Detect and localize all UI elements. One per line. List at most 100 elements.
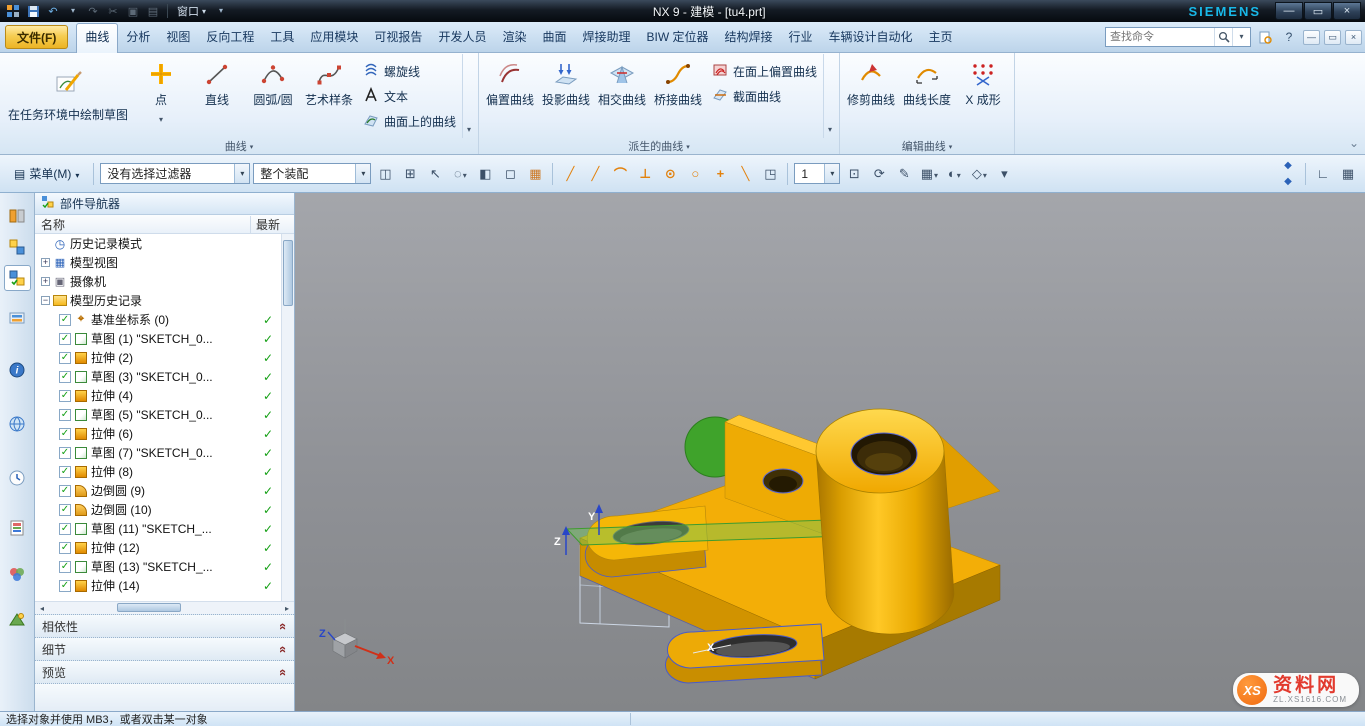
assembly-navigator-icon[interactable] <box>4 203 31 229</box>
curve-on-surface-button[interactable]: 曲面上的曲线 <box>357 109 462 134</box>
panel-dependencies[interactable]: 相依性 <box>35 614 294 637</box>
undo-icon[interactable]: ↶ <box>44 3 62 20</box>
snap-center-icon[interactable]: ⊙ <box>659 162 681 185</box>
zoom-window-icon[interactable]: ⊡ <box>843 162 865 185</box>
render-style-icon[interactable]: ◐ <box>943 162 965 185</box>
tab-structure-weld[interactable]: 结构焊接 <box>717 24 781 52</box>
feature-checkbox[interactable] <box>59 409 71 421</box>
undo-dropdown-icon[interactable] <box>64 3 82 20</box>
close-button[interactable]: × <box>1333 2 1361 20</box>
tree-row-feature[interactable]: 边倒圆 (10) <box>35 500 281 519</box>
system-scenes-icon[interactable] <box>4 607 31 633</box>
tab-curve[interactable]: 曲线 <box>76 23 118 53</box>
column-name[interactable]: 名称 <box>35 216 250 233</box>
selection-box-icon[interactable]: ⊞ <box>399 162 421 185</box>
navigator-column-headers[interactable]: 名称 最新 <box>35 215 294 234</box>
search-icon[interactable] <box>1214 28 1232 46</box>
offset-curve-in-face-button[interactable]: 在面上偏置曲线 <box>706 59 823 84</box>
window-menu-button[interactable]: 窗口 <box>173 3 210 20</box>
scroll-right-icon[interactable]: ▸ <box>280 602 294 614</box>
mdi-close-button[interactable]: × <box>1345 30 1362 45</box>
tree-row-feature[interactable]: 草图 (11) "SKETCH_... <box>35 519 281 538</box>
process-studio-icon[interactable] <box>4 515 31 541</box>
selection-filter-combo[interactable]: 没有选择过滤器 <box>100 163 250 184</box>
point-dropdown-icon[interactable] <box>159 111 163 125</box>
wireframe-view-icon[interactable]: ◻ <box>499 162 521 185</box>
fit-view-icon[interactable]: ⟳ <box>868 162 890 185</box>
ribbon-overflow-icon[interactable]: ⌄ <box>1343 53 1365 154</box>
arc-circle-button[interactable]: 圆弧/圆 <box>245 54 301 138</box>
offset-curve-button[interactable]: 偏置曲线 <box>482 54 538 138</box>
line-button[interactable]: 直线 <box>189 54 245 138</box>
csys-display-icon[interactable]: ◆ <box>1277 174 1299 189</box>
combo-arrow-icon[interactable] <box>355 164 370 183</box>
intersect-curve-button[interactable]: 相交曲线 <box>594 54 650 138</box>
expand-chevron-icon[interactable] <box>280 642 287 657</box>
expander-icon[interactable] <box>41 277 50 286</box>
expand-chevron-icon[interactable] <box>280 665 287 680</box>
expander-icon[interactable] <box>41 296 50 305</box>
tab-view[interactable]: 视图 <box>158 24 198 52</box>
snap-intersection-icon[interactable]: + <box>709 162 731 185</box>
grid-display-icon[interactable]: ▦ <box>918 162 940 185</box>
help-icon[interactable]: ? <box>1279 27 1299 47</box>
tab-biw-locator[interactable]: BIW 定位器 <box>639 24 717 52</box>
snap-face-icon[interactable]: ◳ <box>759 162 781 185</box>
selection-scope-combo[interactable]: 整个装配 <box>253 163 371 184</box>
tree-row-history-mode[interactable]: 历史记录模式 <box>35 234 281 253</box>
horizontal-scrollbar[interactable]: ◂ ▸ <box>35 601 294 614</box>
part-navigator-icon[interactable] <box>4 265 31 291</box>
trim-curve-button[interactable]: 修剪曲线 <box>843 54 899 138</box>
feature-checkbox[interactable] <box>59 580 71 592</box>
measure-icon[interactable]: ∟ <box>1312 162 1334 185</box>
tab-industry[interactable]: 行业 <box>781 24 821 52</box>
tree-row-feature[interactable]: 拉伸 (4) <box>35 386 281 405</box>
snap-point-icon[interactable]: ╲ <box>734 162 756 185</box>
combo-arrow-icon[interactable] <box>824 164 839 183</box>
mdi-restore-button[interactable]: ▭ <box>1324 30 1341 45</box>
feature-checkbox[interactable] <box>59 371 71 383</box>
corner-orientation-triad[interactable]: X Z <box>319 619 395 667</box>
tab-weld-assistant[interactable]: 焊接助理 <box>574 24 638 52</box>
tree-row-feature[interactable]: 草图 (13) "SKETCH_... <box>35 557 281 576</box>
group-label-derived-curve[interactable]: 派生的曲线 <box>482 138 836 154</box>
panel-preview[interactable]: 预览 <box>35 660 294 683</box>
feature-checkbox[interactable] <box>59 428 71 440</box>
show-hide-icon[interactable]: ◫ <box>374 162 396 185</box>
feature-checkbox[interactable] <box>59 352 71 364</box>
tree-row-feature[interactable]: 拉伸 (2) <box>35 348 281 367</box>
group-label-curve[interactable]: 曲线 <box>3 138 475 154</box>
feature-checkbox[interactable] <box>59 523 71 535</box>
scrollbar-thumb[interactable] <box>117 603 181 612</box>
history-icon[interactable] <box>4 465 31 491</box>
column-status[interactable]: 最新 <box>250 216 294 233</box>
bridge-curve-button[interactable]: 桥接曲线 <box>650 54 706 138</box>
cut-icon[interactable]: ✂ <box>104 3 122 20</box>
paste-icon[interactable]: ▤ <box>144 3 162 20</box>
tree-row-feature[interactable]: 边倒圆 (9) <box>35 481 281 500</box>
feature-checkbox[interactable] <box>59 542 71 554</box>
derived-gallery-dropdown[interactable] <box>823 54 836 138</box>
curve-length-button[interactable]: 曲线长度 <box>899 54 955 138</box>
scroll-left-icon[interactable]: ◂ <box>35 602 49 614</box>
shaded-view-icon[interactable]: ◧ <box>474 162 496 185</box>
feature-checkbox[interactable] <box>59 447 71 459</box>
command-finder-icon[interactable] <box>1255 27 1275 47</box>
tab-developer[interactable]: 开发人员 <box>430 24 494 52</box>
edit-section-icon[interactable]: ✎ <box>893 162 915 185</box>
redo-icon[interactable]: ↷ <box>84 3 102 20</box>
feature-checkbox[interactable] <box>59 314 71 326</box>
feature-checkbox[interactable] <box>59 504 71 516</box>
snap-tangent-icon[interactable]: ⌒ <box>609 162 631 185</box>
lasso-icon[interactable]: ◌ <box>449 162 471 185</box>
tree-row-model-views[interactable]: 模型视图 <box>35 253 281 272</box>
tree-row-cameras[interactable]: 摄像机 <box>35 272 281 291</box>
true-shading-icon[interactable]: ▦ <box>524 162 546 185</box>
scrollbar-thumb[interactable] <box>283 240 293 306</box>
maximize-button[interactable]: ▭ <box>1304 2 1332 20</box>
tree-row-feature[interactable]: 拉伸 (8) <box>35 462 281 481</box>
tab-reverse-engineering[interactable]: 反向工程 <box>198 24 262 52</box>
expand-chevron-icon[interactable] <box>280 619 287 634</box>
copy-icon[interactable]: ▣ <box>124 3 142 20</box>
roles-icon[interactable] <box>4 561 31 587</box>
